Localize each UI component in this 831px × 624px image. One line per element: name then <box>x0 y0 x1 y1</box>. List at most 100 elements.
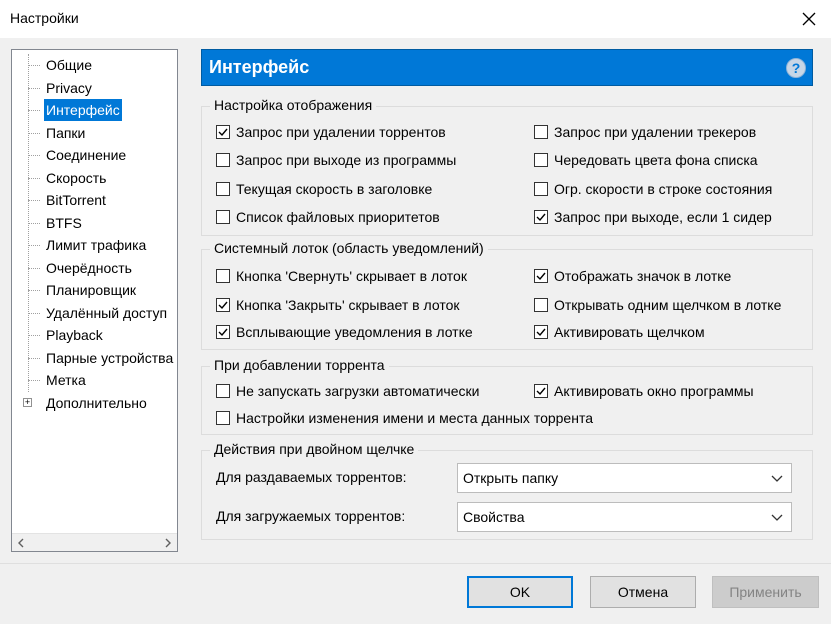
tree-connector <box>28 65 40 66</box>
scroll-right-button[interactable] <box>159 534 177 552</box>
option-checkbox[interactable]: Запрос при выходе из программы <box>216 150 456 170</box>
checked-checkbox-icon[interactable] <box>534 269 548 283</box>
option-label: Запрос при выходе из программы <box>236 152 457 168</box>
seeding-action-value: Открыть папку <box>463 470 559 486</box>
scroll-left-button[interactable] <box>12 534 30 552</box>
option-checkbox[interactable]: Запрос при удалении торрентов <box>216 122 446 142</box>
tree-item-label: Общие <box>46 57 93 73</box>
tree-connector <box>28 177 40 179</box>
option-checkbox[interactable]: Запрос при выходе, если 1 сидер <box>534 207 772 227</box>
adding-torrent-group: При добавлении торрента Не запускать заг… <box>201 357 813 435</box>
option-label: Огр. скорости в строке состояния <box>554 181 773 197</box>
checked-checkbox-icon[interactable] <box>216 298 230 312</box>
tree-item[interactable]: Соединение <box>12 144 177 167</box>
unchecked-checkbox-icon[interactable] <box>534 125 548 139</box>
option-checkbox[interactable]: Кнопка 'Закрыть' скрывает в лоток <box>216 295 459 315</box>
tree-item[interactable]: Privacy <box>12 77 177 100</box>
unchecked-checkbox-icon[interactable] <box>216 411 230 425</box>
double-click-legend: Действия при двойном щелчке <box>210 441 419 457</box>
ok-button[interactable]: OK <box>467 576 573 608</box>
close-button[interactable] <box>787 0 831 38</box>
option-checkbox[interactable]: Активировать щелчком <box>534 322 705 342</box>
adding-torrent-legend: При добавлении торрента <box>210 357 389 373</box>
tree-horizontal-scrollbar[interactable] <box>12 533 177 551</box>
option-checkbox[interactable]: Запрос при удалении трекеров <box>534 122 756 142</box>
tree-item[interactable]: Удалённый доступ <box>12 302 177 325</box>
tree-item-label: Папки <box>46 124 86 141</box>
system-tray-group: Системный лоток (область уведомлений) Кн… <box>201 240 813 350</box>
close-icon <box>802 12 816 26</box>
system-tray-legend: Системный лоток (область уведомлений) <box>210 240 488 256</box>
unchecked-checkbox-icon[interactable] <box>534 182 548 196</box>
tree-item-label: Интерфейс <box>44 99 122 121</box>
tree-connector <box>28 312 40 314</box>
chevron-left-icon <box>18 538 24 548</box>
tree-item[interactable]: BTFS <box>12 212 177 235</box>
downloading-action-select[interactable]: Свойства <box>457 502 792 532</box>
tree-connector <box>28 132 40 134</box>
tree-item[interactable]: Метка <box>12 369 177 392</box>
option-checkbox[interactable]: Всплывающие уведомления в лотке <box>216 322 473 342</box>
option-label: Запрос при удалении торрентов <box>236 124 446 140</box>
unchecked-checkbox-icon[interactable] <box>216 153 230 167</box>
tree-item[interactable]: Скорость <box>12 167 177 190</box>
tree-item-label: Парные устройства <box>46 349 174 366</box>
section-title: Интерфейс <box>209 57 310 77</box>
checked-checkbox-icon[interactable] <box>216 325 230 339</box>
downloading-action-value: Свойства <box>463 509 525 525</box>
unchecked-checkbox-icon[interactable] <box>216 182 230 196</box>
tree-item-label: Удалённый доступ <box>46 304 168 321</box>
option-checkbox[interactable]: Открывать одним щелчком в лотке <box>534 295 781 315</box>
checked-checkbox-icon[interactable] <box>534 325 548 339</box>
title-bar: Настройки <box>0 0 831 38</box>
expand-icon[interactable]: + <box>23 397 32 407</box>
option-checkbox[interactable]: Активировать окно программы <box>534 381 754 401</box>
option-checkbox[interactable]: Огр. скорости в строке состояния <box>534 179 772 199</box>
tree-item[interactable]: Интерфейс <box>12 99 177 122</box>
tree-item[interactable]: Очерёдность <box>12 257 177 280</box>
option-checkbox[interactable]: Текущая скорость в заголовке <box>216 179 432 199</box>
tree-connector <box>28 380 40 381</box>
footer-divider <box>0 563 831 564</box>
unchecked-checkbox-icon[interactable] <box>534 298 548 312</box>
option-checkbox[interactable]: Список файловых приоритетов <box>216 207 440 227</box>
help-icon[interactable]: ? <box>786 58 806 78</box>
unchecked-checkbox-icon[interactable] <box>216 210 230 224</box>
cancel-button[interactable]: Отмена <box>590 576 696 608</box>
tree-item[interactable]: BitTorrent <box>12 189 177 212</box>
window-title: Настройки <box>10 10 79 26</box>
option-label: Открывать одним щелчком в лотке <box>554 297 782 313</box>
option-label: Кнопка 'Свернуть' скрывает в лоток <box>236 268 467 284</box>
option-checkbox[interactable]: Кнопка 'Свернуть' скрывает в лоток <box>216 266 467 286</box>
display-settings-legend: Настройка отображения <box>210 97 377 113</box>
option-checkbox[interactable]: Отображать значок в лотке <box>534 266 731 286</box>
option-checkbox[interactable]: Не запускать загрузки автоматически <box>216 381 479 401</box>
tree-connector <box>28 335 40 336</box>
apply-button[interactable]: Применить <box>712 576 819 608</box>
tree-item-label: Скорость <box>46 169 107 186</box>
tree-item-label: Планировщик <box>46 282 137 298</box>
tree-item[interactable]: Парные устройства <box>12 347 177 370</box>
chevron-right-icon <box>165 538 171 548</box>
option-checkbox[interactable]: Настройки изменения имени и места данных… <box>216 408 593 428</box>
unchecked-checkbox-icon[interactable] <box>216 269 230 283</box>
tree-connector <box>28 200 40 201</box>
unchecked-checkbox-icon[interactable] <box>534 153 548 167</box>
option-checkbox[interactable]: Чередовать цвета фона списка <box>534 150 758 170</box>
checked-checkbox-icon[interactable] <box>534 210 548 224</box>
unchecked-checkbox-icon[interactable] <box>216 384 230 398</box>
checked-checkbox-icon[interactable] <box>534 384 548 398</box>
tree-item[interactable]: Общие <box>12 54 177 77</box>
tree-item[interactable]: Playback <box>12 324 177 347</box>
seeding-action-select[interactable]: Открыть папку <box>457 463 792 493</box>
category-tree[interactable]: Общие Privacy Интерфейс Папки Соединение Скор… <box>11 49 178 552</box>
double-click-group: Действия при двойном щелчке Для раздавае… <box>201 441 813 540</box>
scroll-thumb[interactable] <box>32 538 156 548</box>
tree-item[interactable]: Папки <box>12 122 177 145</box>
tree-connector <box>28 222 40 224</box>
option-label: Чередовать цвета фона списка <box>554 152 758 168</box>
tree-item[interactable]: Планировщик <box>12 279 177 302</box>
tree-item[interactable]: + Дополнительно <box>12 392 177 415</box>
tree-item[interactable]: Лимит трафика <box>12 234 177 257</box>
checked-checkbox-icon[interactable] <box>216 125 230 139</box>
